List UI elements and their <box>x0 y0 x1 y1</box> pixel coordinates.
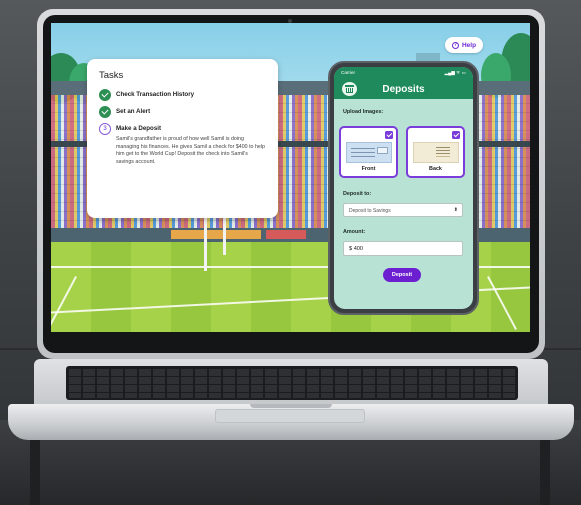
tasks-title: Tasks <box>99 70 124 81</box>
amount-value: 400 <box>353 246 364 252</box>
keyboard <box>66 366 518 400</box>
laptop-screen: ? Help Tasks Check Transaction History S… <box>51 23 530 332</box>
tasks-panel: Tasks Check Transaction History Set an A… <box>87 59 278 218</box>
amount-heading: Amount: <box>343 229 366 235</box>
amount-field[interactable]: $ 400 <box>343 241 463 256</box>
task-label: Check Transaction History <box>116 91 195 98</box>
ad-board <box>266 230 306 239</box>
back-checkbox[interactable] <box>452 131 460 139</box>
upload-front-card[interactable]: Front <box>339 126 398 178</box>
ad-board <box>171 230 261 239</box>
task-description: Samil's grandfather is proud of how well… <box>116 136 265 165</box>
key-row <box>69 385 515 392</box>
question-icon: ? <box>451 41 459 49</box>
goal-post <box>204 213 207 271</box>
help-button[interactable]: ? Help <box>445 37 483 53</box>
task-label: Make a Deposit <box>116 125 162 132</box>
status-bar: Carrier ▂▄▆ ᯤ ▭ <box>334 67 473 79</box>
app-header: Deposits <box>334 79 473 99</box>
status-icons: ▂▄▆ ᯤ ▭ <box>444 70 466 75</box>
lid-notch <box>250 404 332 408</box>
desk-leg <box>540 440 550 505</box>
task-item: Check Transaction History <box>99 89 266 101</box>
currency-symbol: $ <box>349 246 353 252</box>
task-label: Set an Alert <box>116 108 151 115</box>
task-item: Set an Alert <box>99 106 266 118</box>
checkmark-icon <box>99 106 111 118</box>
phone-frame: Carrier ▂▄▆ ᯤ ▭ Deposits Upload Images: … <box>328 61 479 315</box>
upload-heading: Upload Images: <box>343 109 384 115</box>
trackpad <box>215 409 365 423</box>
deposit-to-value: Deposit to Savings <box>349 207 391 214</box>
key-row <box>69 393 515 398</box>
back-label: Back <box>429 166 442 172</box>
key-row <box>69 369 515 376</box>
desk-leg <box>30 440 40 505</box>
select-arrows-icon: ⬍ <box>453 207 458 213</box>
key-row <box>69 377 515 384</box>
deposit-to-heading: Deposit to: <box>343 191 372 197</box>
checkmark-icon <box>99 89 111 101</box>
upload-back-card[interactable]: Back <box>406 126 465 178</box>
help-label: Help <box>461 41 477 49</box>
front-checkbox[interactable] <box>385 131 393 139</box>
check-back-image <box>413 142 459 163</box>
deposit-to-select[interactable]: Deposit to Savings ⬍ <box>343 203 463 217</box>
step-number: 3 <box>99 123 111 135</box>
check-front-image <box>346 142 392 163</box>
bank-icon <box>342 82 357 96</box>
deposit-button[interactable]: Deposit <box>383 268 421 282</box>
phone-screen: Carrier ▂▄▆ ᯤ ▭ Deposits Upload Images: … <box>334 67 473 309</box>
front-label: Front <box>361 166 376 172</box>
task-item: 3 Make a Deposit Samil's grandfather is … <box>99 123 266 166</box>
carrier-label: Carrier <box>341 70 356 75</box>
goal-post <box>223 213 226 255</box>
